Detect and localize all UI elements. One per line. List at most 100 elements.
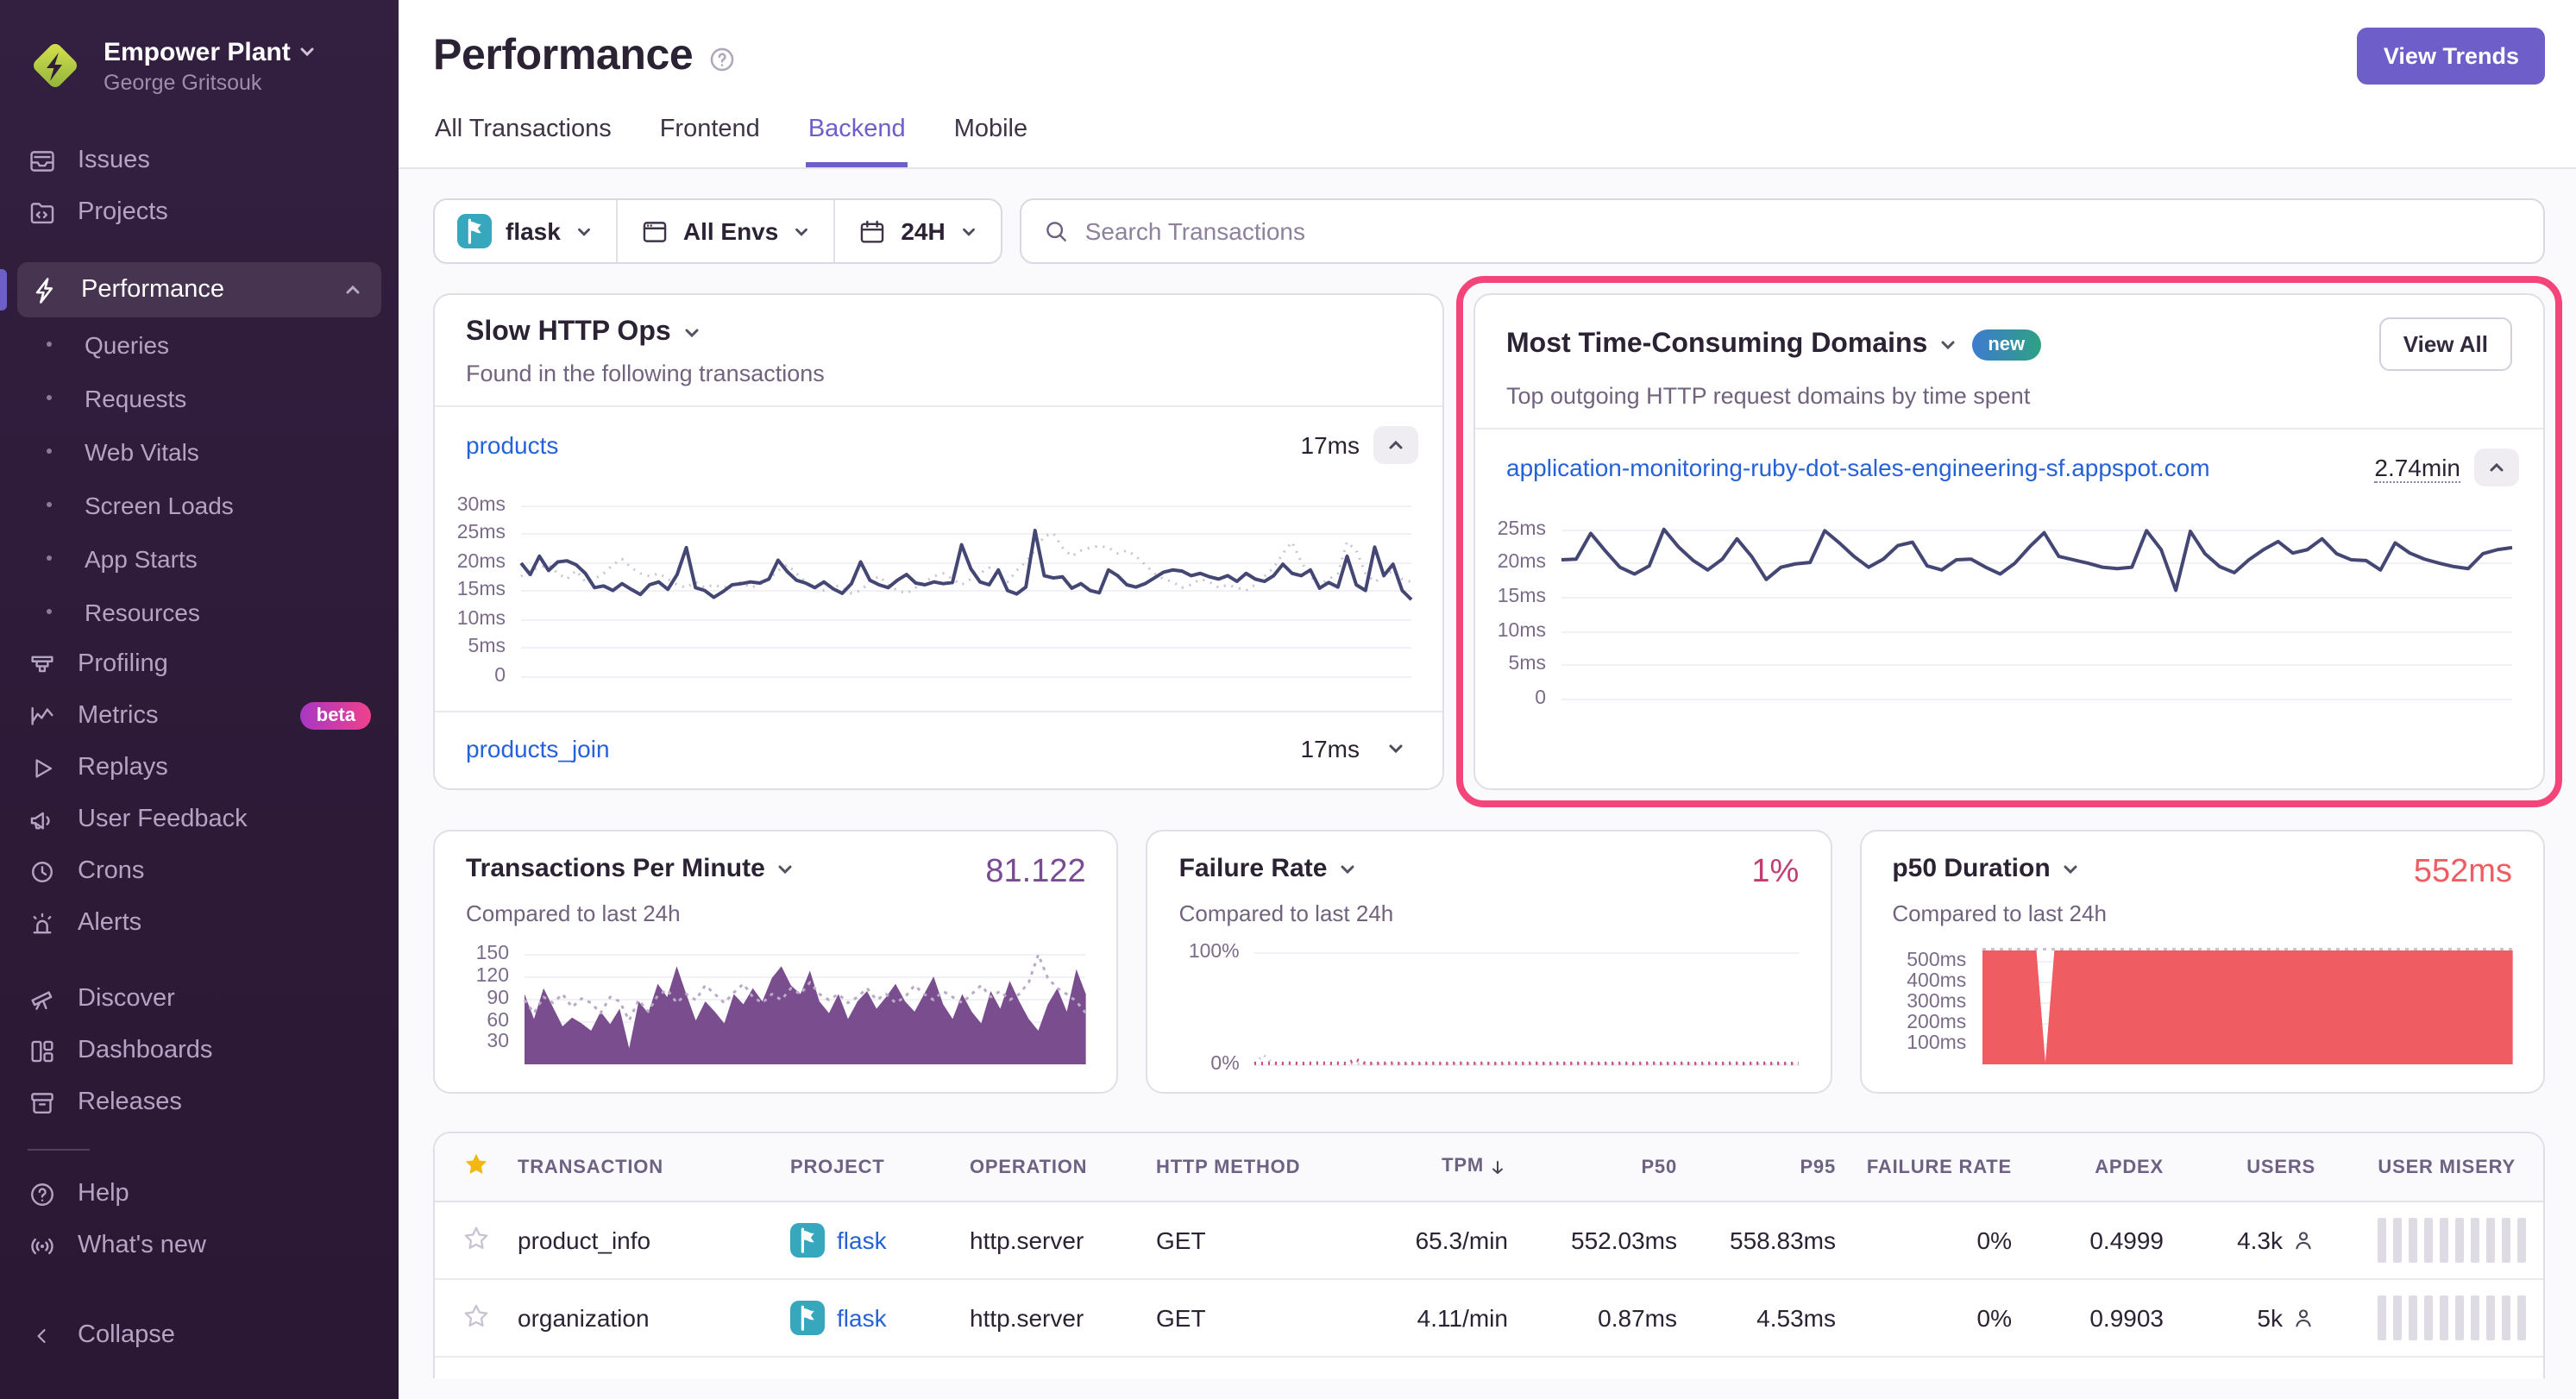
column-header-p95[interactable]: P95	[1691, 1157, 1850, 1177]
tpm-widget: Transactions Per Minute 81.122 Compared …	[433, 830, 1119, 1094]
p95-cell: 4.53ms	[1691, 1304, 1850, 1332]
tab-all-transactions[interactable]: All Transactions	[433, 116, 613, 167]
sidebar-item-label: Replays	[78, 754, 371, 781]
org-name: Empower Plant	[104, 37, 318, 66]
sidebar-item-replays[interactable]: Replays	[0, 742, 399, 794]
tpm-cell: 4.11/min	[1367, 1304, 1522, 1332]
p50-duration-widget-subtitle: Compared to last 24h	[1892, 900, 2512, 926]
sidebar-item-label: Performance	[81, 276, 317, 304]
sidebar-item-projects[interactable]: Projects	[0, 186, 399, 238]
column-header-p50[interactable]: P50	[1522, 1157, 1691, 1177]
transaction-link[interactable]: product_info	[504, 1226, 776, 1254]
sidebar-item-user-feedback[interactable]: User Feedback	[0, 794, 399, 845]
domains-panel-title[interactable]: Most Time-Consuming Domains	[1506, 329, 1958, 360]
date-range-filter[interactable]: 24H	[833, 200, 1000, 262]
sidebar-item-resources[interactable]: Resources	[0, 585, 399, 638]
sidebar-item-label: Alerts	[78, 909, 371, 937]
failure-rate-widget-title[interactable]: Failure Rate	[1179, 854, 1359, 883]
environment-filter[interactable]: All Envs	[616, 200, 834, 262]
column-header-user-misery[interactable]: USER MISERY	[2329, 1157, 2543, 1177]
sidebar-item-crons[interactable]: Crons	[0, 845, 399, 897]
projects-icon	[28, 198, 57, 227]
sidebar-collapse-button[interactable]: Collapse	[0, 1309, 399, 1361]
bullet-dot	[47, 395, 52, 400]
sidebar-item-app-starts[interactable]: App Starts	[0, 531, 399, 585]
tab-frontend[interactable]: Frontend	[658, 116, 762, 167]
tpm-chart: 150120906030	[466, 944, 1086, 1064]
sidebar-item-profiling[interactable]: Profiling	[0, 638, 399, 690]
chevron-up-icon[interactable]	[338, 279, 368, 300]
column-header-tpm[interactable]: TPM	[1367, 1157, 1522, 1177]
column-header-operation[interactable]: OPERATION	[956, 1157, 1142, 1177]
tpm-widget-title[interactable]: Transactions Per Minute	[466, 854, 796, 883]
column-header-http-method[interactable]: HTTP METHOD	[1142, 1157, 1367, 1177]
tab-bar: All Transactions Frontend Backend Mobile	[433, 116, 2545, 167]
user-icon	[2291, 1306, 2315, 1330]
sidebar-item-issues[interactable]: Issues	[0, 135, 399, 186]
sidebar-item-performance[interactable]: Performance	[17, 262, 381, 317]
failure-rate-widget-subtitle: Compared to last 24h	[1179, 900, 1800, 926]
column-header-transaction[interactable]: TRANSACTION	[504, 1157, 776, 1177]
view-trends-button[interactable]: View Trends	[2358, 28, 2545, 85]
sidebar-item-discover[interactable]: Discover	[0, 973, 399, 1025]
sidebar-item-metrics[interactable]: Metrics beta	[0, 690, 399, 742]
transaction-link[interactable]: organization	[504, 1304, 776, 1332]
chevron-down-icon	[776, 858, 796, 879]
domain-link[interactable]: application-monitoring-ruby-dot-sales-en…	[1506, 454, 2210, 481]
siren-icon	[28, 908, 57, 938]
archive-icon	[28, 1088, 57, 1117]
panels-row: Slow HTTP Ops Found in the following tra…	[433, 293, 2545, 790]
tab-backend[interactable]: Backend	[807, 116, 908, 167]
domain-time-spent: 2.74min	[2374, 453, 2460, 482]
products-link[interactable]: products	[466, 431, 558, 459]
star-toggle[interactable]	[435, 1302, 504, 1334]
table-row[interactable]: product_info flask http.server GET 65.3/…	[435, 1202, 2543, 1280]
sidebar-item-dashboards[interactable]: Dashboards	[0, 1025, 399, 1076]
sidebar-item-queries[interactable]: Queries	[0, 317, 399, 371]
column-header-users[interactable]: USERS	[2177, 1157, 2329, 1177]
p50-duration-widget-title[interactable]: p50 Duration	[1892, 854, 2081, 883]
bullet-dot	[47, 502, 52, 507]
lightning-icon	[31, 275, 60, 304]
search-bar	[1020, 198, 2545, 264]
sidebar-item-screen-loads[interactable]: Screen Loads	[0, 478, 399, 531]
user-misery-bars	[2329, 1295, 2543, 1340]
star-toggle[interactable]	[435, 1224, 504, 1257]
main-area: Performance View Trends All Transactions…	[399, 0, 2576, 1399]
table-row[interactable]: organization flask http.server GET 4.11/…	[435, 1280, 2543, 1358]
sidebar-item-releases[interactable]: Releases	[0, 1076, 399, 1128]
sidebar-item-whats-new[interactable]: What's new	[0, 1220, 399, 1271]
column-header-project[interactable]: PROJECT	[776, 1157, 956, 1177]
p50-duration-chart: 500ms400ms300ms200ms100ms	[1892, 944, 2512, 1064]
collapse-toggle-button[interactable]	[2474, 449, 2519, 486]
project-filter[interactable]: flask	[435, 200, 616, 262]
tpm-value: 81.122	[985, 854, 1085, 892]
view-all-button[interactable]: View All	[2379, 317, 2512, 371]
column-header-apdex[interactable]: APDEX	[2026, 1157, 2177, 1177]
sidebar-item-label: Releases	[78, 1088, 371, 1116]
slow-http-ops-title[interactable]: Slow HTTP Ops	[466, 317, 702, 348]
chevron-up-icon	[1385, 435, 1406, 455]
sidebar-item-help[interactable]: Help	[0, 1168, 399, 1220]
sidebar-item-requests[interactable]: Requests	[0, 371, 399, 424]
sidebar-item-label: Screen Loads	[85, 491, 234, 518]
column-header-failure-rate[interactable]: FAILURE RATE	[1850, 1157, 2026, 1177]
bullet-dot	[47, 555, 52, 561]
table-header-row: TRANSACTION PROJECT OPERATION HTTP METHO…	[435, 1133, 2543, 1202]
failure-rate-chart: 100%0%	[1179, 944, 1800, 1064]
search-input[interactable]	[1085, 217, 2523, 245]
sidebar-item-alerts[interactable]: Alerts	[0, 897, 399, 949]
expand-toggle-button[interactable]	[1373, 730, 1418, 768]
org-switcher[interactable]: Empower Plant George Gritsouk	[0, 17, 399, 100]
broadcast-icon	[28, 1231, 57, 1260]
sidebar-item-web-vitals[interactable]: Web Vitals	[0, 424, 399, 478]
project-cell[interactable]: flask	[776, 1301, 956, 1335]
tab-mobile[interactable]: Mobile	[952, 116, 1029, 167]
star-column-header[interactable]	[435, 1151, 504, 1183]
question-circle-icon[interactable]	[707, 44, 736, 73]
chevron-left-icon	[28, 1322, 57, 1348]
domains-chart: 25ms20ms15ms10ms5ms0	[1482, 516, 2512, 699]
project-cell[interactable]: flask	[776, 1223, 956, 1258]
products-join-link[interactable]: products_join	[466, 735, 610, 762]
collapse-toggle-button[interactable]	[1373, 426, 1418, 464]
